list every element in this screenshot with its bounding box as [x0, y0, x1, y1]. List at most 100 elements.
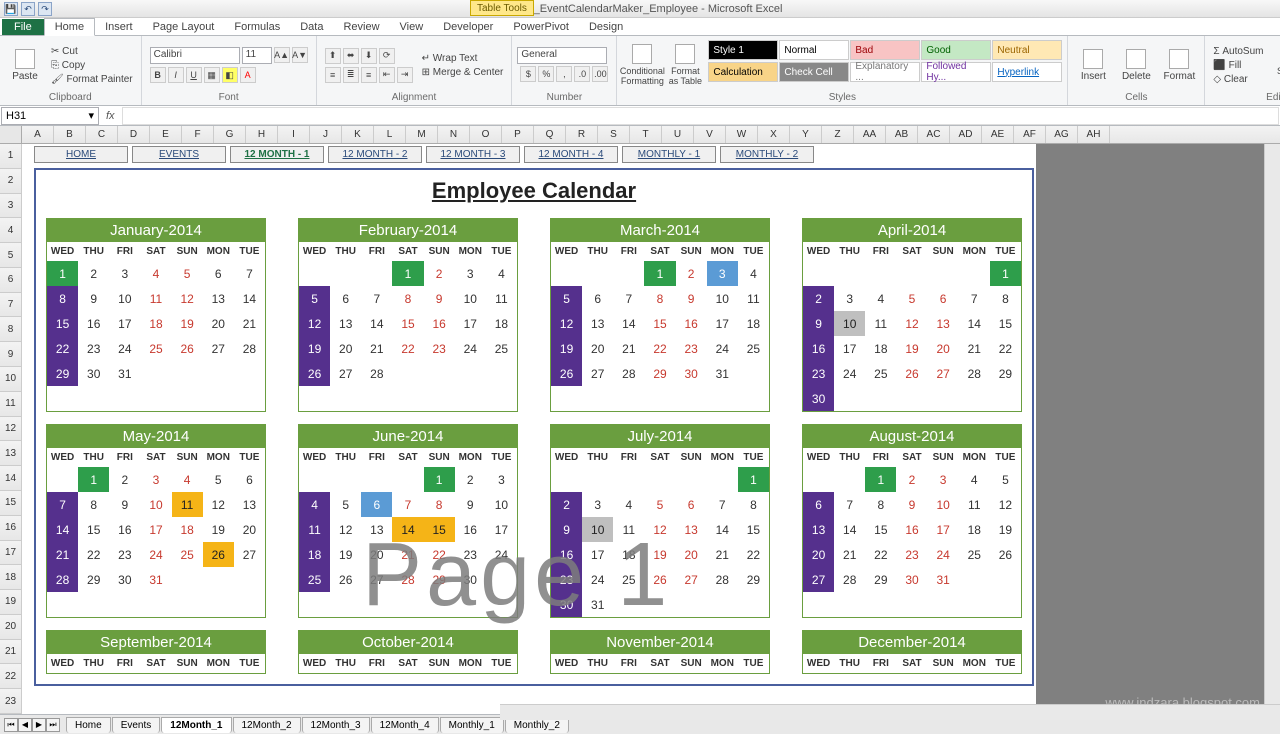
- day-cell[interactable]: 29: [47, 361, 78, 386]
- day-cell[interactable]: 12: [299, 311, 330, 336]
- day-cell[interactable]: 18: [613, 542, 644, 567]
- day-cell[interactable]: [865, 386, 896, 411]
- day-cell[interactable]: 7: [613, 286, 644, 311]
- style-neutral[interactable]: Neutral: [992, 40, 1062, 60]
- day-cell[interactable]: 2: [803, 286, 834, 311]
- day-cell[interactable]: 1: [78, 467, 109, 492]
- col-AB[interactable]: AB: [886, 126, 918, 143]
- day-cell[interactable]: 29: [424, 567, 455, 592]
- style-checkcell[interactable]: Check Cell: [779, 62, 849, 82]
- day-cell[interactable]: 18: [959, 517, 990, 542]
- day-cell[interactable]: 7: [392, 492, 423, 517]
- day-cell[interactable]: [299, 261, 330, 286]
- day-cell[interactable]: 22: [644, 336, 675, 361]
- day-cell[interactable]: 26: [551, 361, 582, 386]
- undo-icon[interactable]: ↶: [21, 2, 35, 16]
- day-cell[interactable]: [644, 592, 675, 617]
- day-cell[interactable]: 23: [455, 542, 486, 567]
- day-cell[interactable]: 30: [78, 361, 109, 386]
- font-size-select[interactable]: 11: [242, 47, 272, 64]
- row-23[interactable]: 23: [0, 689, 22, 714]
- day-cell[interactable]: 3: [707, 261, 738, 286]
- day-cell[interactable]: 10: [455, 286, 486, 311]
- col-X[interactable]: X: [758, 126, 790, 143]
- style-style[interactable]: Style 1: [708, 40, 778, 60]
- day-cell[interactable]: 22: [78, 542, 109, 567]
- day-cell[interactable]: 9: [803, 311, 834, 336]
- day-cell[interactable]: 19: [896, 336, 927, 361]
- day-cell[interactable]: 12: [644, 517, 675, 542]
- day-cell[interactable]: 10: [109, 286, 140, 311]
- day-cell[interactable]: 11: [172, 492, 203, 517]
- day-cell[interactable]: 25: [172, 542, 203, 567]
- day-cell[interactable]: 20: [330, 336, 361, 361]
- day-cell[interactable]: [234, 567, 265, 592]
- day-cell[interactable]: 15: [47, 311, 78, 336]
- day-cell[interactable]: [613, 261, 644, 286]
- day-cell[interactable]: 31: [140, 567, 171, 592]
- day-cell[interactable]: [486, 567, 517, 592]
- day-cell[interactable]: [707, 467, 738, 492]
- grow-font-icon[interactable]: A▲: [274, 47, 290, 63]
- day-cell[interactable]: 25: [959, 542, 990, 567]
- col-AF[interactable]: AF: [1014, 126, 1046, 143]
- day-cell[interactable]: 16: [78, 311, 109, 336]
- orientation-icon[interactable]: ⟳: [379, 48, 395, 64]
- navbtn-12-month---4[interactable]: 12 MONTH - 4: [524, 146, 618, 163]
- day-cell[interactable]: 18: [486, 311, 517, 336]
- sheettab-monthly_1[interactable]: Monthly_1: [440, 717, 504, 733]
- day-cell[interactable]: 21: [613, 336, 644, 361]
- day-cell[interactable]: 2: [109, 467, 140, 492]
- tab-review[interactable]: Review: [333, 19, 389, 35]
- day-cell[interactable]: 13: [676, 517, 707, 542]
- row-2[interactable]: 2: [0, 169, 22, 194]
- day-cell[interactable]: 5: [203, 467, 234, 492]
- day-cell[interactable]: 26: [644, 567, 675, 592]
- col-D[interactable]: D: [118, 126, 150, 143]
- navbtn-monthly---1[interactable]: MONTHLY - 1: [622, 146, 716, 163]
- day-cell[interactable]: 25: [486, 336, 517, 361]
- day-cell[interactable]: 29: [990, 361, 1021, 386]
- day-cell[interactable]: [738, 361, 769, 386]
- col-T[interactable]: T: [630, 126, 662, 143]
- day-cell[interactable]: 4: [172, 467, 203, 492]
- day-cell[interactable]: [990, 386, 1021, 411]
- day-cell[interactable]: 16: [896, 517, 927, 542]
- day-cell[interactable]: 28: [959, 361, 990, 386]
- row-9[interactable]: 9: [0, 342, 22, 367]
- vertical-scrollbar[interactable]: [1264, 144, 1280, 714]
- day-cell[interactable]: [959, 567, 990, 592]
- day-cell[interactable]: [959, 261, 990, 286]
- day-cell[interactable]: 17: [834, 336, 865, 361]
- day-cell[interactable]: 15: [738, 517, 769, 542]
- fx-icon[interactable]: fx: [100, 110, 121, 122]
- day-cell[interactable]: 5: [644, 492, 675, 517]
- day-cell[interactable]: 17: [486, 517, 517, 542]
- day-cell[interactable]: 18: [865, 336, 896, 361]
- day-cell[interactable]: 30: [896, 567, 927, 592]
- day-cell[interactable]: 12: [172, 286, 203, 311]
- day-cell[interactable]: 23: [676, 336, 707, 361]
- day-cell[interactable]: 5: [299, 286, 330, 311]
- day-cell[interactable]: 26: [990, 542, 1021, 567]
- day-cell[interactable]: 25: [140, 336, 171, 361]
- day-cell[interactable]: 17: [455, 311, 486, 336]
- day-cell[interactable]: 4: [959, 467, 990, 492]
- day-cell[interactable]: 24: [140, 542, 171, 567]
- day-cell[interactable]: 17: [140, 517, 171, 542]
- row-19[interactable]: 19: [0, 590, 22, 615]
- day-cell[interactable]: [834, 261, 865, 286]
- day-cell[interactable]: 22: [738, 542, 769, 567]
- day-cell[interactable]: 16: [676, 311, 707, 336]
- day-cell[interactable]: 11: [959, 492, 990, 517]
- day-cell[interactable]: 28: [707, 567, 738, 592]
- day-cell[interactable]: 8: [392, 286, 423, 311]
- day-cell[interactable]: 23: [109, 542, 140, 567]
- worksheet-content[interactable]: HOMEEVENTS12 MONTH - 112 MONTH - 212 MON…: [22, 144, 1280, 714]
- navbtn-monthly---2[interactable]: MONTHLY - 2: [720, 146, 814, 163]
- fill-button[interactable]: ⬛ Fill: [1210, 59, 1266, 72]
- day-cell[interactable]: [644, 467, 675, 492]
- percent-icon[interactable]: %: [538, 66, 554, 82]
- day-cell[interactable]: 2: [78, 261, 109, 286]
- row-4[interactable]: 4: [0, 218, 22, 243]
